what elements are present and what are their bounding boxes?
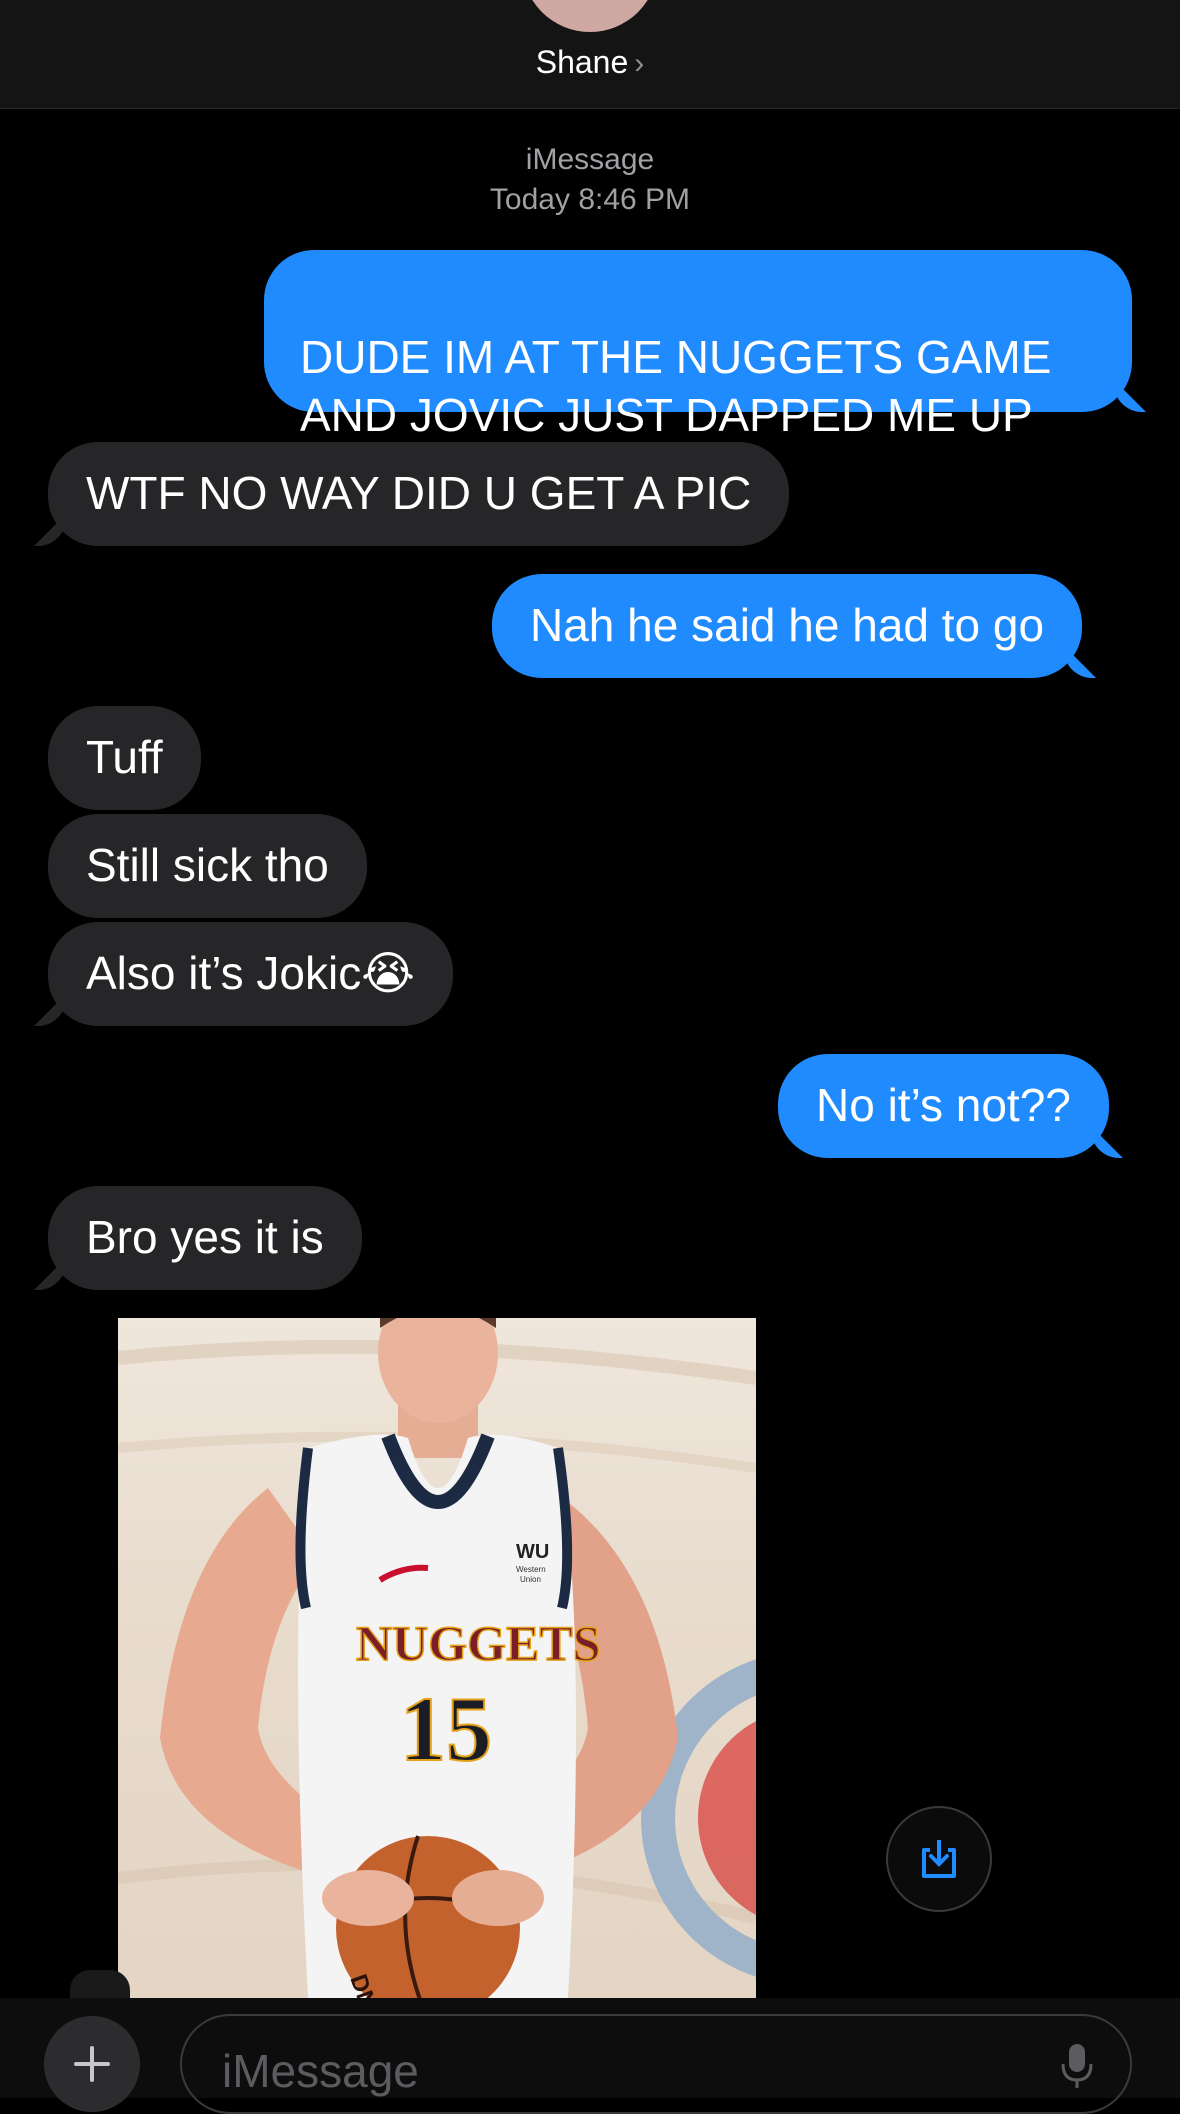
plus-icon xyxy=(74,2046,110,2082)
sent-message-bubble[interactable]: Nah he said he had to go xyxy=(492,574,1083,678)
contact-name-button[interactable]: Shane › xyxy=(0,44,1180,81)
sponsor-text-line1: Western xyxy=(516,1565,546,1574)
sent-message-bubble[interactable]: DUDE IM AT THE NUGGETS GAME AND JOVIC JU… xyxy=(264,250,1132,441)
sponsor-text-line2: Union xyxy=(520,1575,541,1584)
player-photo-illustration: WU Western Union NUGGETS 15 DNG xyxy=(118,1318,756,1998)
message-text: Also it’s Jokic😭 xyxy=(86,947,415,999)
sponsor-logo: WU xyxy=(516,1541,549,1563)
chevron-right-icon: › xyxy=(634,47,645,80)
conversation-header: Shane › xyxy=(0,0,1180,109)
photo-attachment[interactable]: WU Western Union NUGGETS 15 DNG xyxy=(118,1318,756,1998)
message-text: Tuff xyxy=(86,731,163,783)
received-message-bubble[interactable]: Tuff xyxy=(48,706,201,810)
message-input[interactable]: iMessage xyxy=(180,2014,1132,2114)
message-input-placeholder: iMessage xyxy=(222,2045,419,2097)
received-message-bubble[interactable]: Still sick tho xyxy=(48,814,367,918)
timestamp-day: Today xyxy=(489,183,570,216)
received-message-bubble[interactable]: WTF NO WAY DID U GET A PIC xyxy=(48,442,790,546)
message-text: Bro yes it is xyxy=(86,1211,324,1263)
message-text: Still sick tho xyxy=(86,839,329,891)
jersey-number: 15 xyxy=(400,1678,492,1780)
microphone-icon[interactable] xyxy=(1060,2042,1094,2090)
service-label: iMessage xyxy=(525,143,655,176)
message-text: WTF NO WAY DID U GET A PIC xyxy=(86,467,752,519)
download-to-device-icon xyxy=(922,1840,956,1878)
timestamp-time: 8:46 PM xyxy=(578,183,691,216)
contact-avatar[interactable] xyxy=(522,0,658,32)
conversation-timestamp: iMessage Today 8:46 PM xyxy=(0,140,1180,220)
message-text: Nah he said he had to go xyxy=(530,599,1045,651)
message-text: DUDE IM AT THE NUGGETS GAME AND JOVIC JU… xyxy=(300,331,1052,441)
save-photo-button[interactable] xyxy=(886,1806,992,1912)
received-message-bubble[interactable]: Also it’s Jokic😭 xyxy=(48,922,453,1026)
contact-name: Shane xyxy=(535,44,629,80)
sent-message-bubble[interactable]: No it’s not?? xyxy=(778,1054,1109,1158)
received-message-bubble[interactable]: Bro yes it is xyxy=(48,1186,362,1290)
message-text: No it’s not?? xyxy=(816,1079,1071,1131)
jersey-name: NUGGETS xyxy=(356,1615,601,1671)
